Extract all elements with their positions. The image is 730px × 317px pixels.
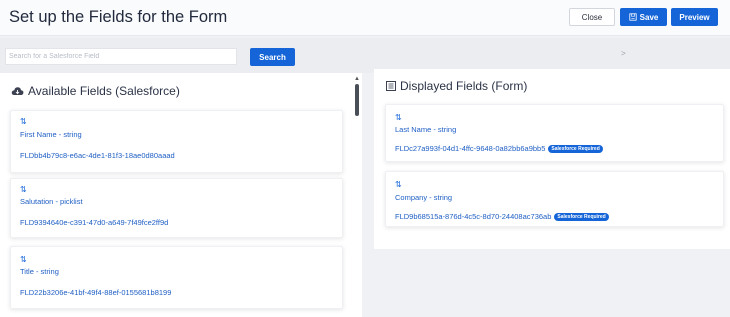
- required-badge: Salesforce Required: [548, 145, 603, 154]
- drag-handle-icon: ⇅: [395, 180, 402, 189]
- search-button[interactable]: Search: [250, 48, 295, 66]
- list-icon: [386, 81, 396, 91]
- displayed-fields-title: Displayed Fields (Form): [386, 79, 527, 93]
- field-name: Title - string: [20, 267, 59, 276]
- close-button[interactable]: Close: [569, 8, 615, 26]
- search-input[interactable]: [5, 48, 237, 65]
- available-field-card[interactable]: ⇅ Salutation - picklist FLD9394640e-c391…: [10, 178, 343, 238]
- scrollbar-thumb[interactable]: [355, 84, 359, 116]
- field-name: Company - string: [395, 193, 453, 202]
- available-fields-label: Available Fields (Salesforce): [28, 84, 180, 98]
- field-name: Salutation - picklist: [20, 197, 83, 206]
- required-badge: Salesforce Required: [554, 213, 609, 222]
- field-name: First Name - string: [20, 130, 82, 139]
- available-field-card[interactable]: ⇅ Title - string FLD22b3206e-41bf-49f4-8…: [10, 246, 343, 309]
- field-id: FLDc27a993f-04d1-4ffc-9648-0a82bb6a9bb5 S…: [395, 144, 603, 154]
- save-button[interactable]: Save: [620, 8, 667, 26]
- displayed-field-card[interactable]: ⇅ Company - string FLD9b68515a-876d-4c5c…: [385, 171, 724, 227]
- drag-handle-icon: ⇅: [20, 255, 27, 264]
- field-id-text: FLDc27a993f-04d1-4ffc-9648-0a82bb6a9bb5: [395, 144, 546, 153]
- scroll-up-arrow-icon[interactable]: ▲: [354, 76, 360, 82]
- drag-handle-icon: ⇅: [20, 117, 27, 126]
- cloud-icon: [11, 87, 24, 95]
- save-icon: [629, 13, 637, 21]
- field-id: FLDbb4b79c8-e6ac-4de1-81f3-18ae0d80aaad: [20, 151, 175, 160]
- field-id: FLD9394640e-c391-47d0-a649-7f49fce2ff9d: [20, 218, 169, 227]
- drag-handle-icon: ⇅: [395, 113, 402, 122]
- expand-arrow-icon[interactable]: >: [621, 49, 626, 58]
- displayed-fields-label: Displayed Fields (Form): [400, 79, 528, 93]
- field-id-text: FLD9b68515a-876d-4c5c-8d70-24408ac736ab: [395, 212, 552, 221]
- save-label: Save: [639, 12, 659, 22]
- displayed-field-card[interactable]: ⇅ Last Name - string FLDc27a993f-04d1-4f…: [385, 104, 724, 162]
- preview-button[interactable]: Preview: [671, 8, 718, 26]
- available-fields-title: Available Fields (Salesforce): [11, 84, 180, 98]
- available-field-card[interactable]: ⇅ First Name - string FLDbb4b79c8-e6ac-4…: [10, 110, 343, 173]
- field-id: FLD22b3206e-41bf-49f4-88ef-0155681b8199: [20, 288, 172, 297]
- field-id: FLD9b68515a-876d-4c5c-8d70-24408ac736ab S…: [395, 212, 609, 222]
- drag-handle-icon: ⇅: [20, 185, 27, 194]
- page-title: Set up the Fields for the Form: [9, 8, 228, 26]
- field-name: Last Name - string: [395, 125, 457, 134]
